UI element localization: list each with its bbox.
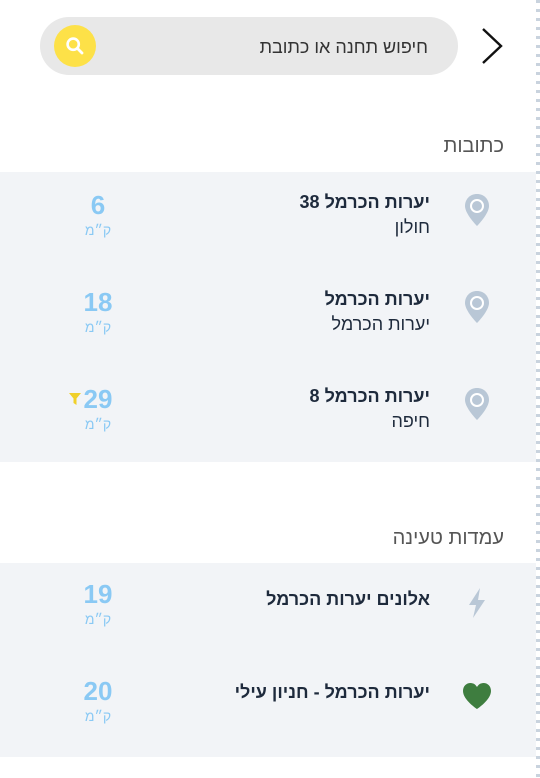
distance-unit: ק״מ: [84, 416, 112, 432]
distance-value: 20: [83, 676, 113, 706]
address-city: חיפה: [391, 411, 430, 431]
station-row[interactable]: יערות הכרמל - חניון עילי 20 ק״מ: [0, 660, 536, 757]
address-city: חולון: [394, 217, 430, 237]
chevron-right-icon: [482, 28, 503, 64]
scroll-edge-indicator: [536, 0, 540, 778]
lightning-icon: [460, 583, 494, 623]
distance: 29 ק״מ: [69, 384, 126, 432]
location-pin-icon: [460, 190, 494, 230]
top-bar: [0, 0, 536, 92]
search-icon: [66, 37, 84, 55]
filter-icon: [69, 393, 81, 405]
distance-value: 18: [83, 287, 113, 317]
distance-unit: ק״מ: [84, 708, 112, 724]
distance: 19 ק״מ: [70, 579, 126, 627]
address-title: יערות הכרמל: [324, 289, 430, 309]
distance-unit: ק״מ: [84, 319, 112, 335]
search-bar: [40, 17, 458, 77]
station-title: אלונים יערות הכרמל: [266, 589, 430, 609]
address-city: יערות הכרמל: [331, 314, 430, 334]
location-pin-icon: [460, 384, 494, 424]
address-row[interactable]: יערות הכרמל יערות הכרמל 18 ק״מ: [0, 269, 536, 366]
distance: 6 ק״מ: [70, 190, 126, 238]
back-button[interactable]: [472, 24, 512, 68]
addresses-section-title: כתובות: [443, 135, 505, 157]
address-row[interactable]: יערות הכרמל 8 חיפה 29 ק״מ: [0, 366, 536, 463]
stations-list: אלונים יערות הכרמל 19 ק״מ יערות הכרמל - …: [0, 563, 536, 757]
address-title: יערות הכרמל 8: [309, 386, 430, 406]
distance-unit: ק״מ: [84, 611, 112, 627]
station-title: יערות הכרמל - חניון עילי: [234, 682, 430, 702]
search-button[interactable]: [54, 25, 96, 67]
station-row[interactable]: אלונים יערות הכרמל 19 ק״מ: [0, 563, 536, 660]
location-pin-icon: [460, 287, 494, 327]
heart-icon: [460, 676, 494, 716]
addresses-list: יערות הכרמל 38 חולון 6 ק״מ יערות הכרמל י…: [0, 172, 536, 462]
distance: 18 ק״מ: [70, 287, 126, 335]
address-title: יערות הכרמל 38: [299, 192, 430, 212]
distance-value: 19: [83, 579, 113, 609]
stations-section-title: עמדות טעינה: [392, 527, 504, 549]
address-row[interactable]: יערות הכרמל 38 חולון 6 ק״מ: [0, 172, 536, 269]
distance-value: 6: [90, 190, 106, 220]
distance-unit: ק״מ: [84, 222, 112, 238]
distance: 20 ק״מ: [70, 676, 126, 724]
search-input[interactable]: [126, 17, 430, 77]
